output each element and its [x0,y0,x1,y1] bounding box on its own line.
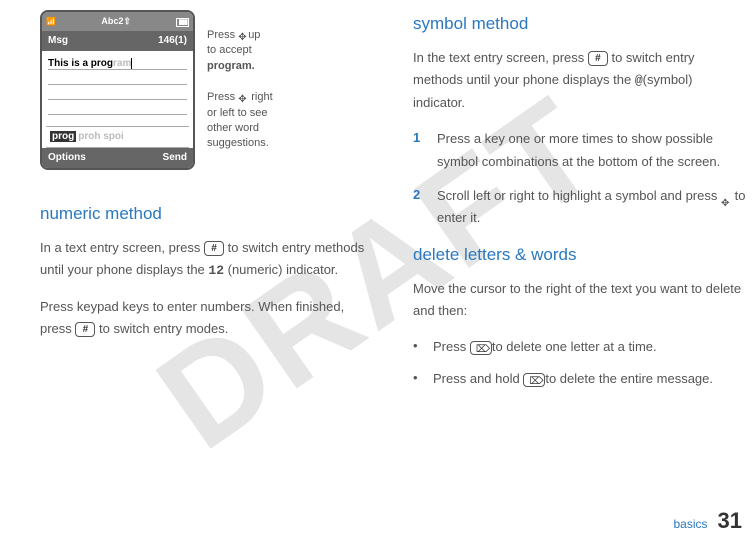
suggestion-bar: progproh spoi [46,126,189,148]
entry-line-1: This is a program [48,55,187,70]
left-column: Abc2⇧ Msg 146(1) This is a program pro [40,10,373,400]
selected-suggestion: prog [50,131,76,142]
anno2-pre: Press [207,91,238,103]
num-p2b: to switch entry modes. [95,321,228,336]
hash-key-icon: # [588,51,608,66]
page-number: 31 [718,503,742,538]
annotation-2: Press right or left to see other word su… [207,90,273,152]
sym-p1a: In the text entry screen, press [413,50,588,65]
page-footer: basics 31 [674,503,743,538]
footer-section-label: basics [674,515,708,534]
numeric-indicator: 12 [208,263,224,278]
phone-status-bar: Abc2⇧ [42,12,193,31]
b2b: to delete the entire message. [545,371,713,386]
title-left: Msg [48,33,68,49]
annotation-1: Press up to accept program. [207,28,273,74]
symbol-indicator: @ [635,73,643,88]
anno2-l5: suggestions. [207,137,269,149]
right-column: symbol method In the text entry screen, … [413,10,746,400]
heading-symbol-method: symbol method [413,10,746,37]
delete-key-icon [470,341,492,355]
anno2-l4: other word [207,122,259,134]
bullet-dot: • [413,336,433,358]
symbol-paragraph-1: In the text entry screen, press # to swi… [413,47,746,114]
delete-key-icon [523,373,545,387]
phone-annotations: Press up to accept program. Press right … [207,10,273,170]
softkey-bar: Options Send [42,148,193,168]
dpad-icon [238,92,248,102]
num-p1c: (numeric) indicator. [224,262,338,277]
bullet-dot: • [413,368,433,390]
b1b: to delete one letter at a time. [492,339,657,354]
num-p1a: In a text entry screen, press [40,240,204,255]
step-2-number: 2 [413,185,437,229]
heading-numeric-method: numeric method [40,200,373,227]
bullet-1-text: Press to delete one letter at a time. [433,336,657,358]
dpad-center-icon [721,191,731,201]
delete-intro: Move the cursor to the right of the text… [413,278,746,322]
anno1-dir: up [248,29,260,41]
bullet-2: • Press and hold to delete the entire me… [413,368,746,390]
step-1-text: Press a key one or more times to show po… [437,128,746,172]
right-softkey: Send [163,150,187,166]
b2a: Press and hold [433,371,523,386]
numeric-paragraph-2: Press keypad keys to enter numbers. When… [40,296,373,340]
bullet-1: • Press to delete one letter at a time. [413,336,746,358]
anno2-l3: or left to see [207,107,268,119]
anno1-l3: to accept [207,44,252,56]
numeric-paragraph-1: In a text entry screen, press # to switc… [40,237,373,282]
predicted-suffix: ram [113,58,131,69]
entry-line-3 [48,85,187,100]
dpad-icon [238,30,248,40]
typed-text: This is a prog [48,58,113,69]
step-2: 2 Scroll left or right to highlight a sy… [413,185,746,229]
title-right: 146(1) [158,33,187,49]
bullet-2-text: Press and hold to delete the entire mess… [433,368,713,390]
hash-key-icon: # [204,241,224,256]
heading-delete: delete letters & words [413,241,746,268]
anno1-word: program. [207,60,255,72]
signal-icon [46,14,56,29]
entry-line-4 [48,100,187,115]
hash-key-icon: # [75,322,95,337]
left-softkey: Options [48,150,86,166]
text-caret [131,58,132,69]
b1a: Press [433,339,470,354]
text-entry-area: This is a program [42,51,193,126]
phone-title-bar: Msg 146(1) [42,31,193,51]
anno1-pre: Press [207,29,238,41]
anno2-dir: right [248,91,272,103]
input-mode-indicator: Abc2⇧ [56,14,176,28]
step2a: Scroll left or right to highlight a symb… [437,188,721,203]
other-suggestions: proh spoi [78,131,124,142]
entry-line-2 [48,70,187,85]
step-1-number: 1 [413,128,437,172]
step-1: 1 Press a key one or more times to show … [413,128,746,172]
battery-icon [176,14,189,28]
step-2-text: Scroll left or right to highlight a symb… [437,185,746,229]
phone-mockup: Abc2⇧ Msg 146(1) This is a program pro [40,10,195,170]
